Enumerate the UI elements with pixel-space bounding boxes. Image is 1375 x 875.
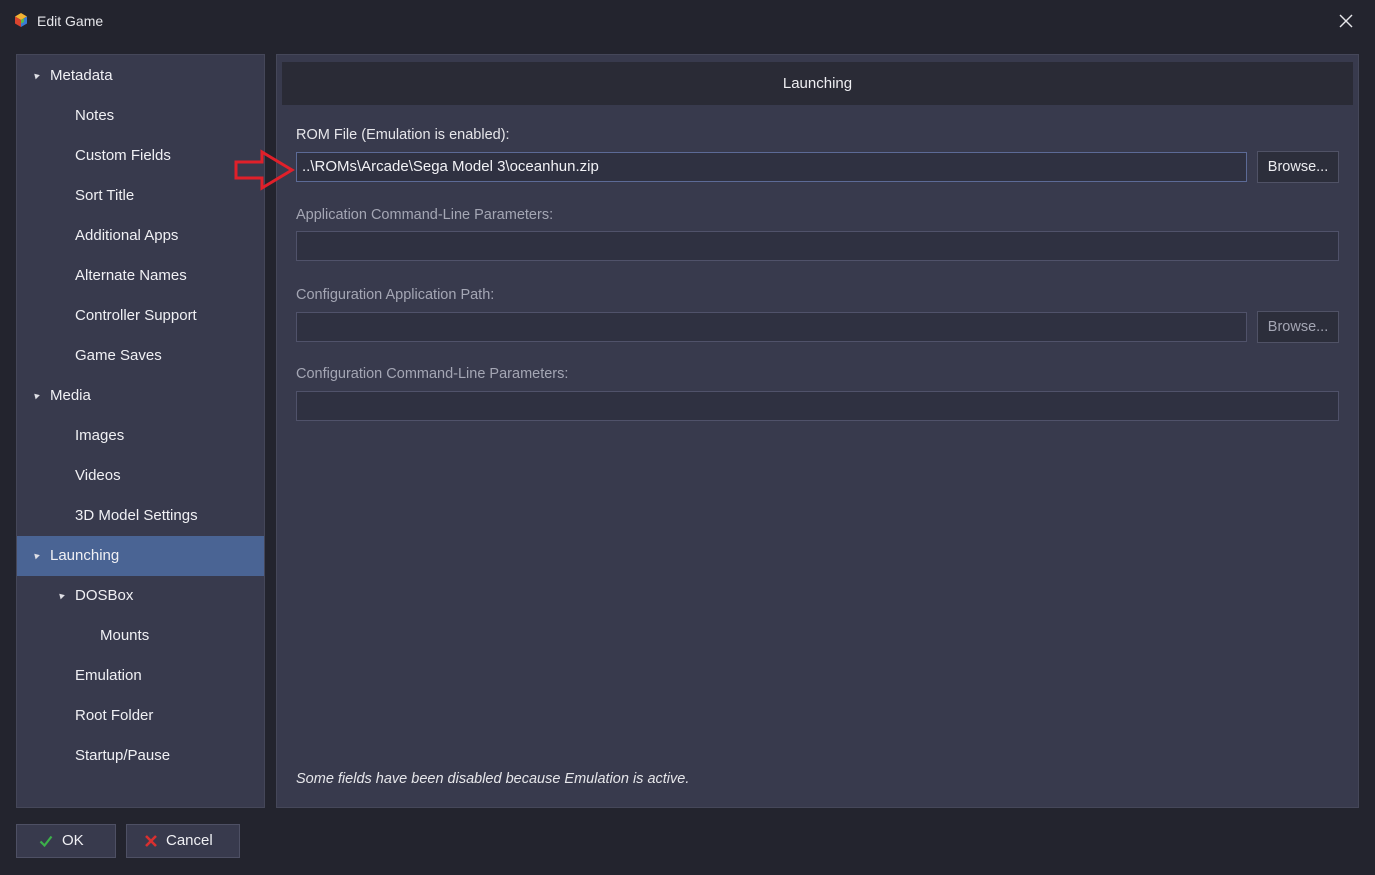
sidebar-item-launching[interactable]: Launching (17, 536, 264, 576)
sidebar-item-label: Additional Apps (75, 227, 179, 244)
config-params-label: Configuration Command-Line Parameters: (296, 366, 569, 382)
sidebar-tree: Metadata Notes Custom Fields Sort Title Addi… (16, 54, 265, 808)
app-icon (15, 13, 27, 27)
ok-button[interactable]: OK (16, 824, 116, 858)
sidebar-item-label: Notes (75, 107, 115, 124)
cancel-x-icon (145, 835, 157, 847)
sidebar-item-custom-fields[interactable]: Custom Fields (17, 136, 264, 176)
sidebar-item-label: Game Saves (75, 347, 162, 364)
launching-panel: Launching ROM File (Emulation is enabled… (276, 54, 1359, 808)
rom-file-label: ROM File (Emulation is enabled): (296, 127, 510, 143)
ok-label: OK (62, 832, 84, 849)
sidebar-item-3d-model-settings[interactable]: 3D Model Settings (17, 496, 264, 536)
config-path-label: Configuration Application Path: (296, 287, 495, 303)
sidebar-item-label: Root Folder (75, 707, 154, 724)
cancel-label: Cancel (166, 832, 213, 849)
sidebar-item-label: Mounts (100, 627, 150, 644)
sidebar-item-label: Custom Fields (75, 147, 171, 164)
sidebar-item-sort-title[interactable]: Sort Title (17, 176, 264, 216)
window-title: Edit Game (37, 13, 104, 29)
expand-arrow-icon[interactable] (32, 551, 40, 560)
annotation-arrow-icon (234, 149, 295, 191)
sidebar-item-label: DOSBox (75, 587, 134, 604)
sidebar-item-root-folder[interactable]: Root Folder (17, 696, 264, 736)
rom-file-input[interactable]: ..\ROMs\Arcade\Sega Model 3\oceanhun.zip (296, 152, 1247, 182)
disabled-fields-note: Some fields have been disabled because E… (296, 771, 690, 787)
sidebar-item-label: Metadata (50, 67, 113, 84)
sidebar-item-additional-apps[interactable]: Additional Apps (17, 216, 264, 256)
sidebar-item-startup-pause[interactable]: Startup/Pause (17, 736, 264, 776)
sidebar-item-game-saves[interactable]: Game Saves (17, 336, 264, 376)
cancel-button[interactable]: Cancel (126, 824, 240, 858)
sidebar-item-metadata[interactable]: Metadata (17, 56, 264, 96)
title-bar: Edit Game (0, 0, 1375, 42)
sidebar-item-label: Alternate Names (75, 267, 187, 284)
sidebar-item-label: Startup/Pause (75, 747, 171, 764)
sidebar-item-notes[interactable]: Notes (17, 96, 264, 136)
expand-arrow-icon[interactable] (32, 71, 40, 80)
checkmark-icon (39, 835, 53, 848)
sidebar-item-mounts[interactable]: Mounts (17, 616, 264, 656)
sidebar-item-label: Emulation (75, 667, 142, 684)
sidebar-item-alternate-names[interactable]: Alternate Names (17, 256, 264, 296)
sidebar-item-label: Videos (75, 467, 121, 484)
sidebar-item-label: Controller Support (75, 307, 197, 324)
config-params-input[interactable] (296, 391, 1339, 421)
sidebar-item-videos[interactable]: Videos (17, 456, 264, 496)
expand-arrow-icon[interactable] (57, 591, 65, 600)
sidebar-item-label: Sort Title (75, 187, 135, 204)
close-icon[interactable] (1335, 10, 1357, 32)
sidebar-item-media[interactable]: Media (17, 376, 264, 416)
app-params-input[interactable] (296, 231, 1339, 261)
app-params-label: Application Command-Line Parameters: (296, 207, 554, 223)
config-path-input[interactable] (296, 312, 1247, 342)
expand-arrow-icon[interactable] (32, 391, 40, 400)
config-browse-button[interactable]: Browse... (1257, 311, 1339, 343)
rom-browse-button[interactable]: Browse... (1257, 151, 1339, 183)
section-header: Launching (282, 62, 1353, 105)
sidebar-item-controller-support[interactable]: Controller Support (17, 296, 264, 336)
sidebar-item-dosbox[interactable]: DOSBox (17, 576, 264, 616)
sidebar-item-images[interactable]: Images (17, 416, 264, 456)
sidebar-item-label: Images (75, 427, 125, 444)
sidebar-item-label: Launching (50, 547, 120, 564)
sidebar-item-label: 3D Model Settings (75, 507, 198, 524)
sidebar-item-label: Media (50, 387, 91, 404)
sidebar-item-emulation[interactable]: Emulation (17, 656, 264, 696)
